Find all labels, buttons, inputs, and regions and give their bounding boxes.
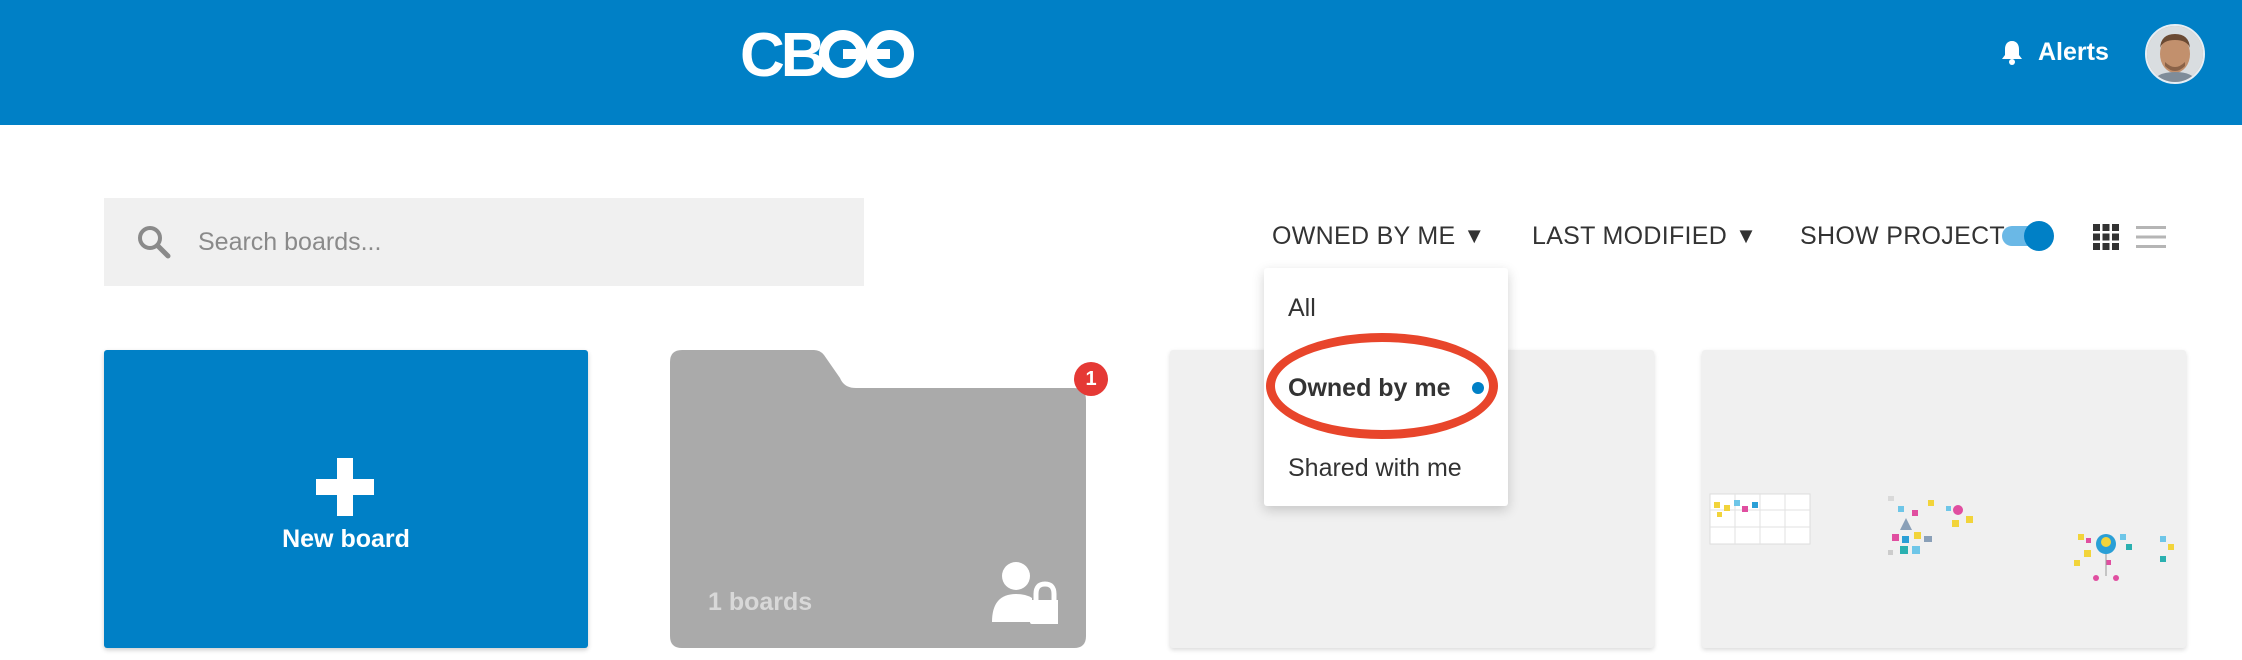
toggle-knob	[2024, 221, 2054, 251]
alerts-button[interactable]: Alerts	[2000, 34, 2109, 70]
owner-filter-menu: All Owned by me Shared with me	[1264, 268, 1508, 506]
search-icon	[138, 226, 171, 259]
board-card[interactable]	[1702, 350, 2186, 648]
owner-filter-label: OWNED BY ME	[1272, 221, 1456, 250]
show-projects-text: SHOW PROJECTS	[1800, 221, 2022, 250]
top-bar: CB Alerts	[0, 0, 2242, 125]
menu-item-all[interactable]: All	[1288, 294, 1316, 323]
search-input[interactable]	[196, 226, 820, 258]
new-board-label: New board	[282, 525, 410, 553]
sort-dropdown[interactable]: LAST MODIFIED ▼	[1532, 216, 1757, 256]
logo-text: CB	[740, 24, 823, 82]
notification-badge: 1	[1074, 362, 1108, 396]
owner-filter-dropdown[interactable]: OWNED BY ME ▼	[1272, 216, 1486, 256]
caret-down-icon: ▼	[1463, 223, 1486, 248]
list-view-icon[interactable]	[2136, 226, 2166, 248]
bell-icon	[2002, 41, 2022, 65]
user-avatar[interactable]	[2145, 24, 2205, 84]
board-thumbnail	[1709, 493, 2174, 581]
grid-view-icon[interactable]	[2093, 224, 2119, 250]
private-user-lock-icon	[992, 562, 1058, 624]
show-projects-toggle[interactable]	[2002, 221, 2054, 251]
plus-icon	[316, 458, 374, 516]
selected-indicator-dot	[1472, 382, 1484, 394]
folder-board-count: 1 boards	[708, 588, 813, 616]
menu-item-shared-with-me[interactable]: Shared with me	[1288, 454, 1462, 483]
alerts-label: Alerts	[2038, 37, 2109, 66]
app-logo[interactable]: CB	[740, 21, 940, 90]
menu-item-owned-by-me[interactable]: Owned by me	[1288, 374, 1451, 403]
caret-down-icon: ▼	[1735, 223, 1758, 248]
search-bar	[104, 198, 864, 286]
new-board-card[interactable]: New board	[104, 350, 588, 648]
show-projects-label: SHOW PROJECTS	[1800, 216, 2022, 256]
project-folder-card[interactable]: 1 boards	[670, 350, 1086, 648]
sort-label: LAST MODIFIED	[1532, 221, 1728, 250]
